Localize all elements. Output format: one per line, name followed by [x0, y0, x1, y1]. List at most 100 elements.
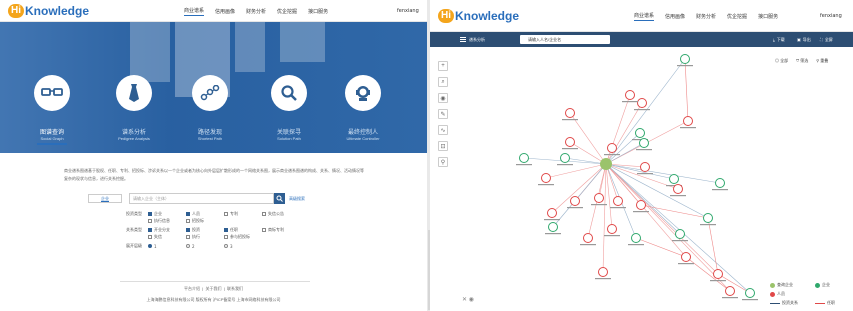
bottom-tools[interactable]: ✕ ◉: [462, 296, 474, 303]
feature-title: 关联探寻: [276, 129, 301, 136]
person-node: [640, 162, 650, 172]
copyright: 上海海鹏信息科技有限公司 版权所有 沪ICP备案号 上海市网络科技有限公司: [146, 297, 281, 302]
footer-link-intro[interactable]: 平台介绍: [184, 286, 200, 291]
checkbox-dishonest[interactable]: 失信公告: [262, 211, 290, 217]
checkbox-branch[interactable]: 开业分支: [148, 227, 176, 233]
graph-search-input[interactable]: 请输入人名/企业名: [520, 35, 610, 44]
feature-pedigree-button[interactable]: [116, 75, 152, 111]
network-graph[interactable]: [430, 47, 853, 311]
search-input[interactable]: 请输入企业（主体）: [129, 193, 274, 204]
node-label: [722, 297, 738, 299]
graph-edge: [564, 157, 607, 165]
legend-person: 人员: [770, 291, 785, 297]
node-label: [545, 233, 561, 235]
legend-invest: 投资关系: [770, 300, 798, 306]
user-name[interactable]: fenxiang: [397, 0, 419, 22]
feature-search-button[interactable]: [271, 75, 307, 111]
radio-depth-1[interactable]: 1: [148, 244, 176, 249]
nav-credit[interactable]: 信用画像: [215, 8, 235, 15]
footer-link-contact[interactable]: 联系我们: [227, 286, 243, 291]
download-icon: ⤓: [773, 37, 775, 42]
graph-canvas[interactable]: ◎ 全部 ⛉ 筛选 ⚲ 重叠 + ⌕ ◉ ✎ ∿ ⊡ ⚲ 查询企业 企业 人员 …: [430, 47, 853, 311]
checkbox-execute-rel[interactable]: 执行: [186, 234, 214, 240]
menu-icon: [460, 37, 466, 42]
node-label: [557, 164, 573, 166]
person-node: [607, 143, 617, 153]
logo-hi: Hi: [8, 4, 24, 18]
logo[interactable]: Hi Knowledge: [438, 8, 519, 24]
checkbox-bidding[interactable]: 招投标: [186, 218, 214, 224]
checkbox-patent[interactable]: 专利: [224, 211, 252, 217]
graph-edge: [569, 141, 607, 165]
node-label: [622, 101, 638, 103]
logo[interactable]: Hi Knowledge: [8, 3, 89, 19]
feature-title: 图谱查询: [39, 129, 64, 136]
graph-edge: [605, 58, 686, 165]
advanced-search-link[interactable]: 高级搜索: [289, 196, 305, 202]
checkbox-bidding-rel[interactable]: 参与招投标: [224, 234, 252, 240]
nav-api[interactable]: 接口服务: [758, 13, 778, 20]
controller-icon: [356, 86, 370, 101]
checkbox-trademark[interactable]: 商标专利: [262, 227, 290, 233]
person-node: [547, 208, 557, 218]
person-node: [583, 233, 593, 243]
node-label: [710, 280, 726, 282]
nav-finance[interactable]: 财务分析: [246, 8, 266, 15]
radio-depth-2[interactable]: 2: [186, 244, 214, 249]
node-label: [678, 263, 694, 265]
checkbox-execution[interactable]: 执行信息: [148, 218, 176, 224]
fullscreen-button[interactable]: ⛶ 全屏: [820, 32, 833, 47]
feature-title: 路径发现: [197, 129, 222, 136]
checkbox-dishonest-rel[interactable]: 失信: [148, 234, 176, 240]
download-button[interactable]: ⤓ 下载: [773, 32, 785, 47]
feature-path-button[interactable]: [192, 75, 228, 111]
node-label: [538, 184, 554, 186]
user-name[interactable]: fenxiang: [820, 0, 842, 32]
node-label: [595, 278, 611, 280]
main-nav: 商业谱系 信用画像 财务分析 优企挖掘 接口服务: [184, 0, 328, 22]
checkbox-company[interactable]: 企业: [148, 211, 176, 217]
type-filter-row-2: 执行信息 招投标: [148, 218, 224, 224]
company-node: [715, 178, 725, 188]
person-node: [683, 116, 693, 126]
node-label: [604, 154, 620, 156]
checkbox-office[interactable]: 任职: [224, 227, 252, 233]
graph-toolbar: 谱系分析 请输入人名/企业名 ⤓ 下载 ▣ 导出 ⛶ 全屏: [430, 32, 853, 47]
nav-finance[interactable]: 财务分析: [696, 13, 716, 20]
company-node: [631, 233, 641, 243]
radio-depth-3[interactable]: 3: [224, 244, 252, 249]
graph-edge: [605, 163, 719, 275]
footer-link-about[interactable]: 关于我们: [206, 286, 222, 291]
node-label: [604, 235, 620, 237]
company-node: [703, 213, 713, 223]
search-button[interactable]: [274, 193, 285, 204]
feature-subtitle: Ultimate Controller: [346, 136, 380, 141]
toolbar-title: 谱系分析: [469, 36, 485, 42]
nav-credit[interactable]: 信用画像: [665, 13, 685, 20]
depth-filter-row: 展开层级 1 2 3: [126, 243, 262, 249]
search-type-select[interactable]: 企业: [88, 194, 122, 203]
person-node: [565, 137, 575, 147]
person-node: [637, 98, 647, 108]
nav-mining[interactable]: 优企挖掘: [277, 8, 297, 15]
logo-text: Knowledge: [25, 4, 90, 18]
main-nav: 商业谱系 信用画像 财务分析 优企挖掘 接口服务: [634, 0, 778, 32]
type-filter-row: 投资类型 企业 人员 专利 失信公告: [126, 211, 300, 217]
export-button[interactable]: ▣ 导出: [797, 32, 811, 47]
glasses-icon: [41, 88, 63, 96]
checkbox-invest[interactable]: 投资: [186, 227, 214, 233]
person-node: [570, 196, 580, 206]
graph-edge: [569, 112, 607, 165]
checkbox-person[interactable]: 人员: [186, 211, 214, 217]
feature-social-graph-button[interactable]: [34, 75, 70, 111]
node-label: [700, 224, 716, 226]
nav-mining[interactable]: 优企挖掘: [727, 13, 747, 20]
node-label: [567, 207, 583, 209]
nav-api[interactable]: 接口服务: [308, 8, 328, 15]
feature-subtitle: Pedigree Analysis: [118, 136, 150, 141]
graph-edge: [605, 163, 731, 292]
nav-pedigree[interactable]: 商业谱系: [184, 7, 205, 16]
company-node: [669, 174, 679, 184]
nav-pedigree[interactable]: 商业谱系: [634, 12, 655, 21]
feature-controller-button[interactable]: [345, 75, 381, 111]
